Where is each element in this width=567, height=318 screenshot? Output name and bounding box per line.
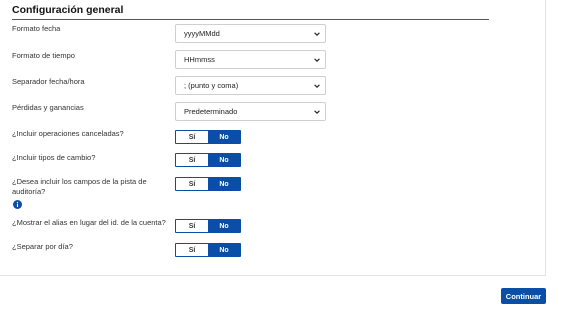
exchange-rates-yes[interactable]: Sí <box>176 154 208 166</box>
pnl-label: Pérdidas y ganancias <box>12 103 84 112</box>
chevron-down-icon <box>314 110 320 114</box>
section-title: Configuración general <box>12 4 124 16</box>
audit-trail-label-line2: auditoría? <box>12 187 46 196</box>
pnl-select[interactable]: Predeterminado <box>175 102 326 121</box>
chevron-down-icon <box>314 58 320 62</box>
cancelled-ops-toggle[interactable]: Sí No <box>175 130 241 144</box>
exchange-rates-label: ¿Incluir tipos de cambio? <box>12 153 96 162</box>
datetime-separator-label: Separador fecha/hora <box>12 77 85 86</box>
datetime-separator-value: ; (punto y coma) <box>184 81 239 90</box>
date-format-label: Formato fecha <box>12 24 61 33</box>
chevron-down-icon <box>314 32 320 36</box>
split-by-day-yes[interactable]: Sí <box>176 244 208 256</box>
pnl-value: Predeterminado <box>184 107 238 116</box>
audit-trail-yes[interactable]: Sí <box>176 178 208 190</box>
date-format-select[interactable]: yyyyMMdd <box>175 24 326 43</box>
time-format-select[interactable]: HHmmss <box>175 50 326 69</box>
cancelled-ops-no[interactable]: No <box>208 131 240 143</box>
date-format-value: yyyyMMdd <box>184 29 220 38</box>
audit-trail-toggle[interactable]: Sí No <box>175 177 241 191</box>
account-alias-no[interactable]: No <box>208 220 240 232</box>
exchange-rates-toggle[interactable]: Sí No <box>175 153 241 167</box>
time-format-value: HHmmss <box>184 55 215 64</box>
chevron-down-icon <box>314 84 320 88</box>
audit-trail-label-line1: ¿Desea incluir los campos de la pista de <box>12 177 147 186</box>
info-icon[interactable] <box>13 200 22 209</box>
cancelled-ops-label: ¿Incluir operaciones canceladas? <box>12 129 124 138</box>
time-format-label: Formato de tiempo <box>12 51 75 60</box>
split-by-day-toggle[interactable]: Sí No <box>175 243 241 257</box>
exchange-rates-no[interactable]: No <box>208 154 240 166</box>
cancelled-ops-yes[interactable]: Sí <box>176 131 208 143</box>
account-alias-yes[interactable]: Sí <box>176 220 208 232</box>
split-by-day-label: ¿Separar por día? <box>12 242 73 251</box>
split-by-day-no[interactable]: No <box>208 244 240 256</box>
datetime-separator-select[interactable]: ; (punto y coma) <box>175 76 326 95</box>
account-alias-label: ¿Mostrar el alias en lugar del id. de la… <box>12 218 166 227</box>
general-settings-panel: Configuración general Formato fecha yyyy… <box>0 0 546 276</box>
title-divider <box>12 19 489 20</box>
audit-trail-no[interactable]: No <box>208 178 240 190</box>
account-alias-toggle[interactable]: Sí No <box>175 219 241 233</box>
continue-button[interactable]: Continuar <box>501 288 546 304</box>
